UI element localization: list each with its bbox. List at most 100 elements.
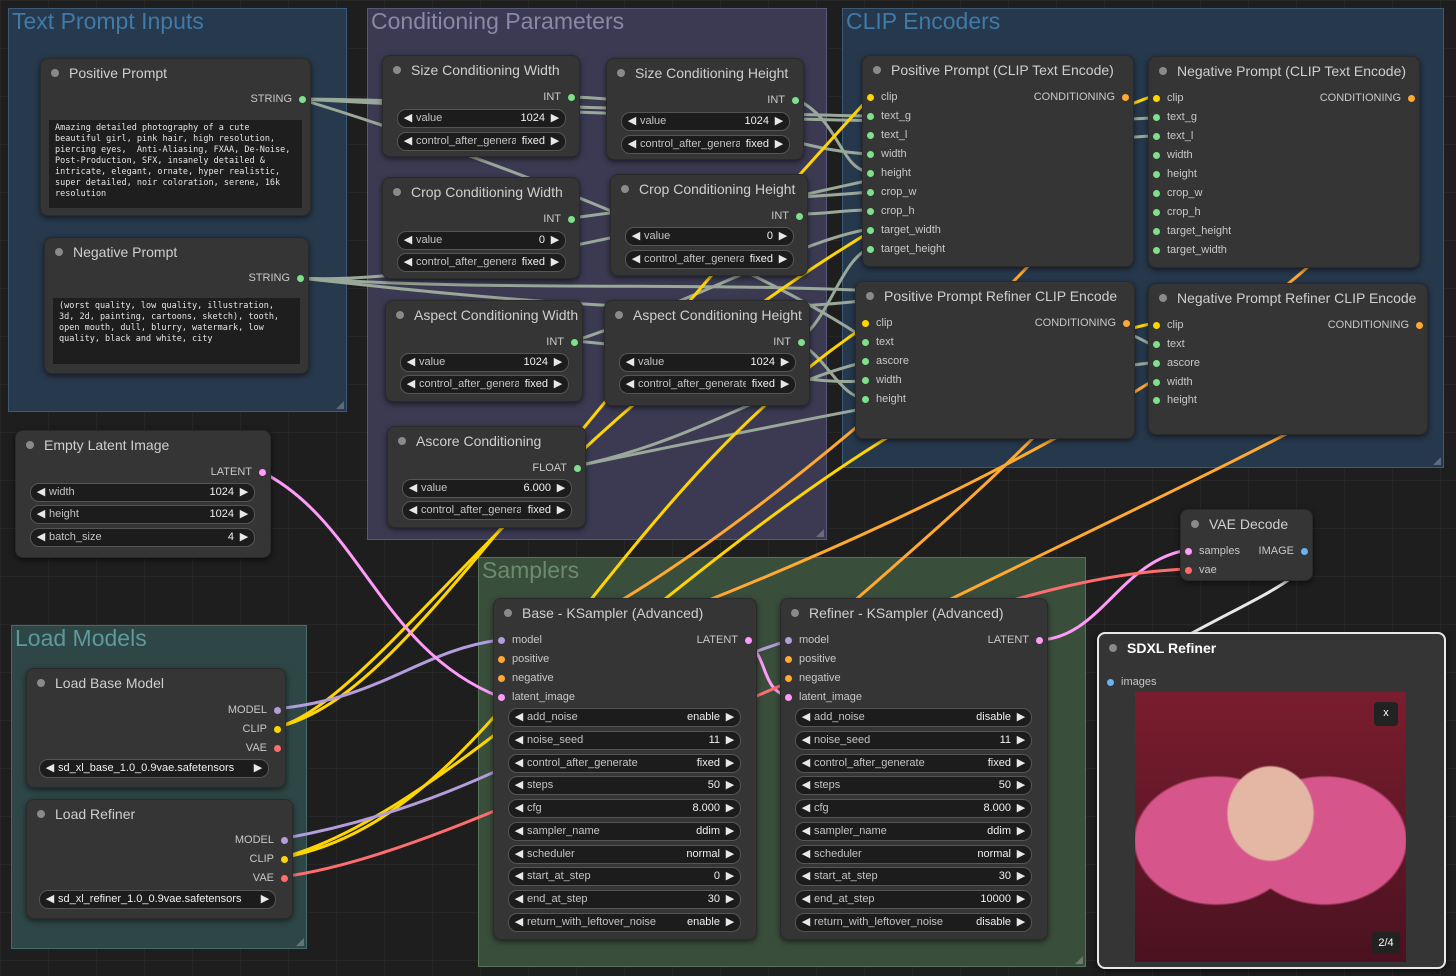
output-conditioning[interactable]: CONDITIONING — [1328, 319, 1423, 331]
input-width[interactable]: width — [1153, 149, 1193, 161]
collapse-dot[interactable] — [396, 311, 404, 319]
resize-handle[interactable] — [1433, 457, 1441, 465]
decrement-arrow[interactable]: ◀ — [513, 755, 525, 772]
increment-arrow[interactable]: ▶ — [552, 354, 564, 371]
return-with-leftover-noise-widget[interactable]: ◀ return_with_leftover_noise enable ▶ — [508, 913, 741, 932]
increment-arrow[interactable]: ▶ — [238, 484, 250, 501]
decrement-arrow[interactable]: ◀ — [402, 110, 414, 127]
decrement-arrow[interactable]: ◀ — [513, 709, 525, 726]
node-refiner-ksampler[interactable]: Refiner - KSampler (Advanced) LATENT mod… — [780, 598, 1048, 940]
output-int[interactable]: INT — [773, 336, 805, 348]
output-model[interactable]: MODEL — [228, 704, 281, 716]
increment-arrow[interactable]: ▶ — [1015, 823, 1027, 840]
add-noise-widget[interactable]: ◀ add_noise enable ▶ — [508, 708, 741, 727]
value-widget[interactable]: ◀ value 1024 ▶ — [400, 353, 569, 372]
increment-arrow[interactable]: ▶ — [724, 914, 736, 931]
input-pin[interactable] — [862, 339, 869, 346]
decrement-arrow[interactable]: ◀ — [800, 846, 812, 863]
input-model[interactable]: model — [785, 634, 829, 646]
close-preview-button[interactable]: x — [1374, 702, 1398, 726]
decrement-arrow[interactable]: ◀ — [800, 868, 812, 885]
input-pin[interactable] — [498, 694, 505, 701]
increment-arrow[interactable]: ▶ — [555, 480, 567, 497]
start-at-step-widget[interactable]: ◀ start_at_step 30 ▶ — [795, 867, 1032, 886]
scheduler-widget[interactable]: ◀ scheduler normal ▶ — [795, 845, 1032, 864]
control-after-generate-widget[interactable]: ◀ control_after_generate fixed ▶ — [400, 375, 569, 394]
input-pin[interactable] — [498, 656, 505, 663]
node-base-ksampler[interactable]: Base - KSampler (Advanced) LATENT model … — [493, 598, 757, 940]
output-pin[interactable] — [1123, 320, 1130, 327]
input-text-g[interactable]: text_g — [867, 110, 911, 122]
decrement-arrow[interactable]: ◀ — [513, 914, 525, 931]
increment-arrow[interactable]: ▶ — [259, 891, 271, 908]
decrement-arrow[interactable]: ◀ — [800, 800, 812, 817]
input-crop-h[interactable]: crop_h — [867, 205, 915, 217]
output-clip[interactable]: CLIP — [243, 723, 281, 735]
input-pin[interactable] — [785, 637, 792, 644]
input-pin[interactable] — [867, 151, 874, 158]
decrement-arrow[interactable]: ◀ — [513, 823, 525, 840]
output-pin[interactable] — [745, 637, 752, 644]
input-crop-w[interactable]: crop_w — [867, 186, 916, 198]
value-widget[interactable]: ◀ value 6.000 ▶ — [402, 479, 572, 498]
input-text-l[interactable]: text_l — [867, 129, 907, 141]
decrement-arrow[interactable]: ◀ — [407, 480, 419, 497]
steps-widget[interactable]: ◀ steps 50 ▶ — [795, 776, 1032, 795]
decrement-arrow[interactable]: ◀ — [405, 376, 417, 393]
increment-arrow[interactable]: ▶ — [724, 891, 736, 908]
output-pin[interactable] — [1416, 322, 1423, 329]
input-text[interactable]: text — [1153, 338, 1185, 350]
control-after-generate-widget[interactable]: ◀ control_after_generate fixed ▶ — [402, 501, 572, 520]
input-pin[interactable] — [1153, 152, 1160, 159]
collapse-dot[interactable] — [866, 292, 874, 300]
output-image[interactable]: IMAGE — [1259, 545, 1308, 557]
input-pin[interactable] — [1153, 209, 1160, 216]
decrement-arrow[interactable]: ◀ — [513, 777, 525, 794]
output-pin[interactable] — [1301, 548, 1308, 555]
input-pin[interactable] — [867, 170, 874, 177]
node-title[interactable]: Positive Prompt Refiner CLIP Encode — [856, 282, 1134, 310]
input-positive[interactable]: positive — [498, 653, 549, 665]
input-images[interactable]: images — [1107, 676, 1156, 688]
output-pin[interactable] — [1036, 637, 1043, 644]
ckpt-name-select[interactable]: ◀ sd_xl_refiner_1.0_0.9vae.safetensors ▶ — [39, 890, 276, 909]
input-width[interactable]: width — [862, 374, 902, 386]
decrement-arrow[interactable]: ◀ — [626, 113, 638, 130]
node-title[interactable]: Crop Conditioning Width — [383, 178, 579, 206]
decrement-arrow[interactable]: ◀ — [630, 251, 642, 268]
decrement-arrow[interactable]: ◀ — [513, 846, 525, 863]
decrement-arrow[interactable]: ◀ — [624, 376, 636, 393]
output-latent[interactable]: LATENT — [211, 466, 266, 478]
output-conditioning[interactable]: CONDITIONING — [1034, 91, 1129, 103]
increment-arrow[interactable]: ▶ — [724, 823, 736, 840]
increment-arrow[interactable]: ▶ — [779, 354, 791, 371]
control-after-generate-widget[interactable]: ◀ control_after_generate fixed ▶ — [625, 250, 794, 269]
collapse-dot[interactable] — [617, 69, 625, 77]
node-title[interactable]: Empty Latent Image — [16, 431, 270, 459]
generated-image-preview[interactable] — [1135, 692, 1406, 962]
decrement-arrow[interactable]: ◀ — [513, 732, 525, 749]
decrement-arrow[interactable]: ◀ — [513, 800, 525, 817]
sampler-name-widget[interactable]: ◀ sampler_name ddim ▶ — [508, 822, 741, 841]
collapse-dot[interactable] — [37, 810, 45, 818]
output-int[interactable]: INT — [546, 336, 578, 348]
input-negative[interactable]: negative — [785, 672, 841, 684]
input-target-width[interactable]: target_width — [1153, 244, 1227, 256]
output-pin[interactable] — [568, 94, 575, 101]
width-widget[interactable]: ◀ width 1024 ▶ — [30, 483, 255, 502]
input-text[interactable]: text — [862, 336, 894, 348]
increment-arrow[interactable]: ▶ — [238, 529, 250, 546]
increment-arrow[interactable]: ▶ — [724, 868, 736, 885]
increment-arrow[interactable]: ▶ — [549, 254, 561, 271]
decrement-arrow[interactable]: ◀ — [630, 228, 642, 245]
node-crop-conditioning-width[interactable]: Crop Conditioning Width INT ◀ value 0 ▶ ◀ co… — [382, 177, 580, 279]
input-vae[interactable]: vae — [1185, 564, 1217, 576]
output-pin[interactable] — [259, 469, 266, 476]
decrement-arrow[interactable]: ◀ — [800, 777, 812, 794]
input-pin[interactable] — [1153, 228, 1160, 235]
collapse-dot[interactable] — [26, 441, 34, 449]
decrement-arrow[interactable]: ◀ — [405, 354, 417, 371]
input-pin[interactable] — [867, 132, 874, 139]
output-int[interactable]: INT — [767, 94, 799, 106]
node-title[interactable]: Positive Prompt — [41, 59, 310, 87]
